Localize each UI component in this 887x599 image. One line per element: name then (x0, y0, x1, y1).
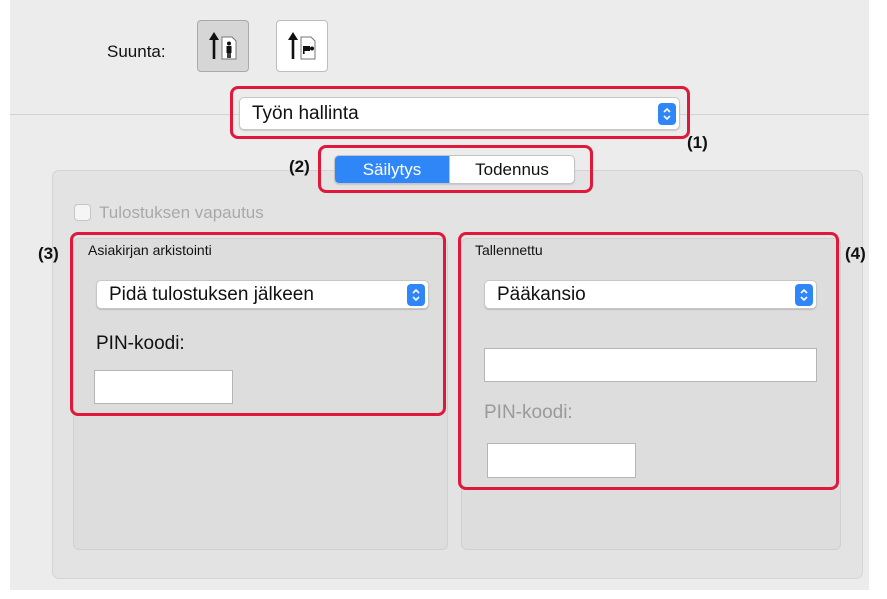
callout-label-2: (2) (289, 157, 310, 176)
callout-label-1: (1) (687, 133, 708, 152)
right-margin (869, 0, 887, 599)
landscape-orientation-button[interactable] (276, 20, 328, 72)
callout-box-2 (318, 145, 593, 193)
release-checkbox-label: Tulostuksen vapautus (99, 203, 264, 222)
callout-box-4 (458, 232, 839, 490)
orientation-label: Suunta: (107, 42, 166, 61)
callout-box-3 (70, 232, 446, 416)
portrait-orientation-icon (209, 32, 237, 60)
bottom-margin (0, 590, 887, 599)
portrait-orientation-button[interactable] (197, 20, 249, 72)
release-checkbox[interactable] (74, 204, 91, 221)
callout-label-3: (3) (38, 244, 59, 263)
callout-label-4: (4) (845, 244, 866, 263)
callout-box-1 (230, 86, 690, 139)
landscape-orientation-icon (288, 32, 316, 60)
